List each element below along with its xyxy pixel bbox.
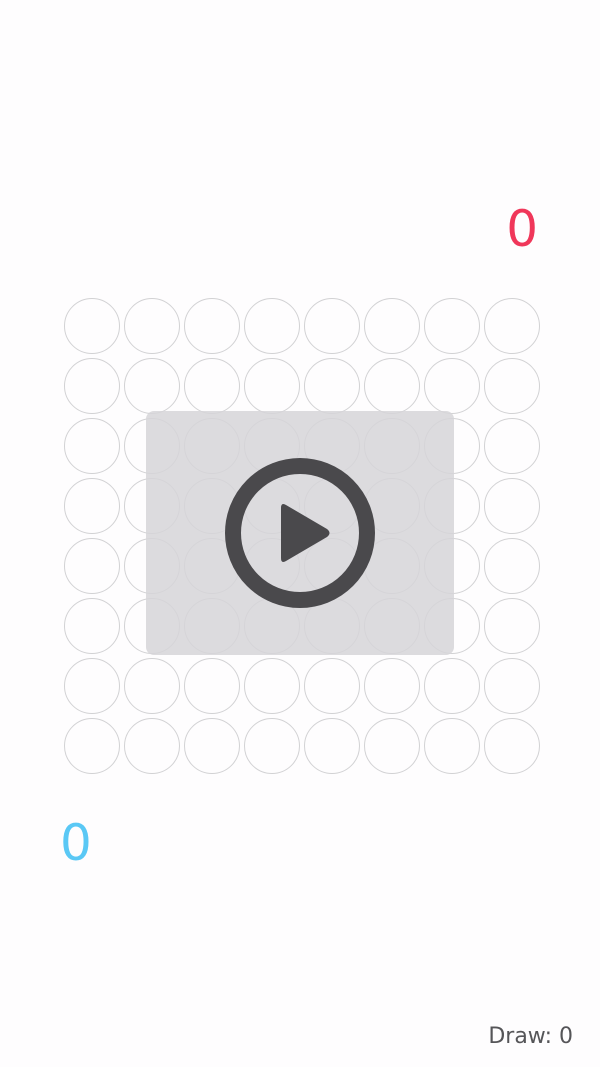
board-cell[interactable] — [244, 718, 300, 774]
board-cell[interactable] — [364, 658, 420, 714]
board-cell[interactable] — [244, 658, 300, 714]
draw-value: 0 — [559, 1024, 573, 1049]
board-cell[interactable] — [364, 298, 420, 354]
board-cell[interactable] — [64, 358, 120, 414]
board-cell[interactable] — [184, 298, 240, 354]
board-cell[interactable] — [484, 478, 540, 534]
board-cell[interactable] — [424, 718, 480, 774]
board-cell[interactable] — [424, 358, 480, 414]
board-cell[interactable] — [124, 718, 180, 774]
board-cell[interactable] — [484, 658, 540, 714]
board-cell[interactable] — [124, 358, 180, 414]
play-icon[interactable] — [225, 458, 375, 608]
board-cell[interactable] — [244, 358, 300, 414]
board-cell[interactable] — [424, 658, 480, 714]
board-cell[interactable] — [364, 718, 420, 774]
board-cell[interactable] — [64, 598, 120, 654]
board-cell[interactable] — [304, 658, 360, 714]
board-cell[interactable] — [64, 418, 120, 474]
draw-label: Draw: — [488, 1024, 552, 1049]
board-cell[interactable] — [64, 718, 120, 774]
board-cell[interactable] — [364, 358, 420, 414]
board-cell[interactable] — [484, 418, 540, 474]
board-cell[interactable] — [184, 658, 240, 714]
board-cell[interactable] — [184, 358, 240, 414]
board-cell[interactable] — [244, 298, 300, 354]
play-overlay[interactable] — [146, 411, 454, 655]
board-cell[interactable] — [124, 658, 180, 714]
board-cell[interactable] — [64, 538, 120, 594]
board-cell[interactable] — [484, 538, 540, 594]
board-cell[interactable] — [484, 298, 540, 354]
board-cell[interactable] — [304, 358, 360, 414]
board-cell[interactable] — [64, 298, 120, 354]
board-cell[interactable] — [484, 358, 540, 414]
red-player-score: 0 — [506, 200, 538, 258]
board-cell[interactable] — [484, 718, 540, 774]
draw-counter: Draw: 0 — [488, 1024, 573, 1049]
board-cell[interactable] — [184, 718, 240, 774]
board-cell[interactable] — [484, 598, 540, 654]
board-cell[interactable] — [64, 478, 120, 534]
blue-player-score: 0 — [60, 814, 92, 872]
board-cell[interactable] — [424, 298, 480, 354]
board-cell[interactable] — [124, 298, 180, 354]
board-cell[interactable] — [304, 718, 360, 774]
board-cell[interactable] — [304, 298, 360, 354]
board-cell[interactable] — [64, 658, 120, 714]
